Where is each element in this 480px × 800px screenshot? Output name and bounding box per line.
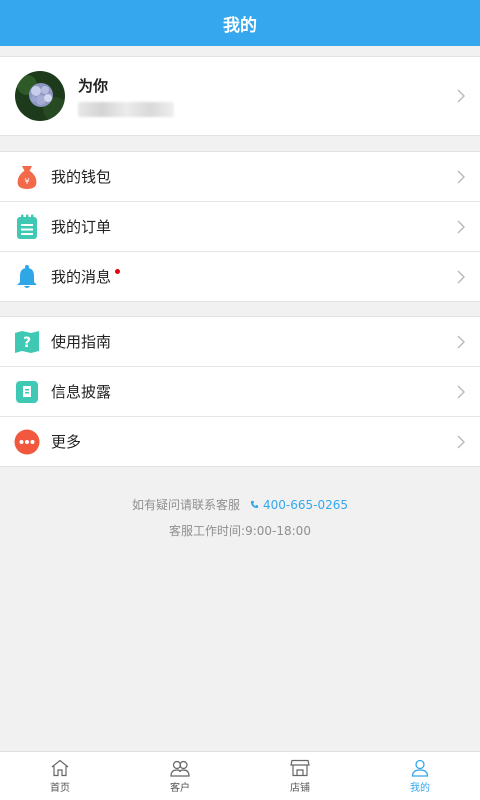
tab-label: 我的	[410, 782, 430, 794]
svg-text:?: ?	[23, 335, 31, 351]
profile-name: 为你	[78, 77, 109, 95]
svg-text:¥: ¥	[24, 177, 29, 186]
store-icon	[290, 759, 310, 776]
menu-item-orders[interactable]: 我的订单	[0, 202, 480, 252]
contact-prompt: 如有疑问请联系客服	[131, 498, 240, 512]
unread-dot	[115, 269, 121, 274]
chevron-right-icon	[457, 220, 465, 233]
tab-label: 客户	[170, 782, 190, 794]
menu-group-info: ? 使用指南 信息披露 更多	[0, 316, 480, 467]
chevron-right-icon	[457, 335, 465, 348]
chevron-right-icon	[457, 270, 465, 283]
service-hours: 客服工作时间:9:00-18:00	[169, 524, 311, 538]
order-notepad-icon	[14, 214, 40, 240]
menu-item-label: 我的消息	[51, 268, 112, 286]
menu-item-label: 信息披露	[51, 383, 112, 401]
customers-icon	[170, 760, 190, 777]
page-header: 我的	[0, 0, 480, 46]
menu-item-wallet[interactable]: ¥ 我的钱包	[0, 152, 480, 202]
more-dots-icon	[14, 429, 40, 455]
chevron-right-icon	[457, 170, 465, 183]
avatar[interactable]	[15, 71, 65, 121]
tab-label: 店铺	[290, 782, 310, 794]
profile-id-blurred	[78, 102, 174, 117]
guide-map-icon: ?	[14, 329, 40, 355]
menu-item-label: 我的钱包	[51, 168, 112, 186]
customer-service-info: 如有疑问请联系客服 400-665-0265 客服工作时间:9:00-18:00	[0, 496, 480, 539]
tab-label: 首页	[50, 782, 70, 794]
menu-item-label: 我的订单	[51, 218, 112, 236]
bottom-tab-bar: 首页 客户 店铺 我的	[0, 751, 480, 800]
phone-number: 400-665-0265	[263, 497, 349, 512]
menu-item-label: 更多	[51, 433, 82, 451]
tab-home[interactable]: 首页	[0, 752, 120, 800]
menu-item-more[interactable]: 更多	[0, 417, 480, 466]
tab-customers[interactable]: 客户	[120, 752, 240, 800]
chevron-right-icon	[457, 89, 465, 103]
wallet-bag-icon: ¥	[14, 164, 40, 190]
profile-card[interactable]: 为你	[0, 56, 480, 136]
menu-group-account: ¥ 我的钱包 我的订单 我的消息	[0, 151, 480, 302]
menu-item-guide[interactable]: ? 使用指南	[0, 317, 480, 367]
home-icon	[51, 759, 69, 776]
chevron-right-icon	[457, 385, 465, 398]
menu-item-label: 使用指南	[51, 333, 112, 351]
phone-icon	[250, 500, 259, 509]
profile-icon	[411, 759, 429, 777]
bell-icon	[14, 264, 40, 290]
chevron-right-icon	[457, 435, 465, 448]
page-title: 我的	[223, 15, 257, 36]
tab-profile[interactable]: 我的	[360, 752, 480, 800]
phone-link[interactable]: 400-665-0265	[250, 498, 348, 512]
menu-item-messages[interactable]: 我的消息	[0, 252, 480, 301]
menu-item-disclosure[interactable]: 信息披露	[0, 367, 480, 417]
disclosure-book-icon	[14, 379, 40, 405]
tab-store[interactable]: 店铺	[240, 752, 360, 800]
